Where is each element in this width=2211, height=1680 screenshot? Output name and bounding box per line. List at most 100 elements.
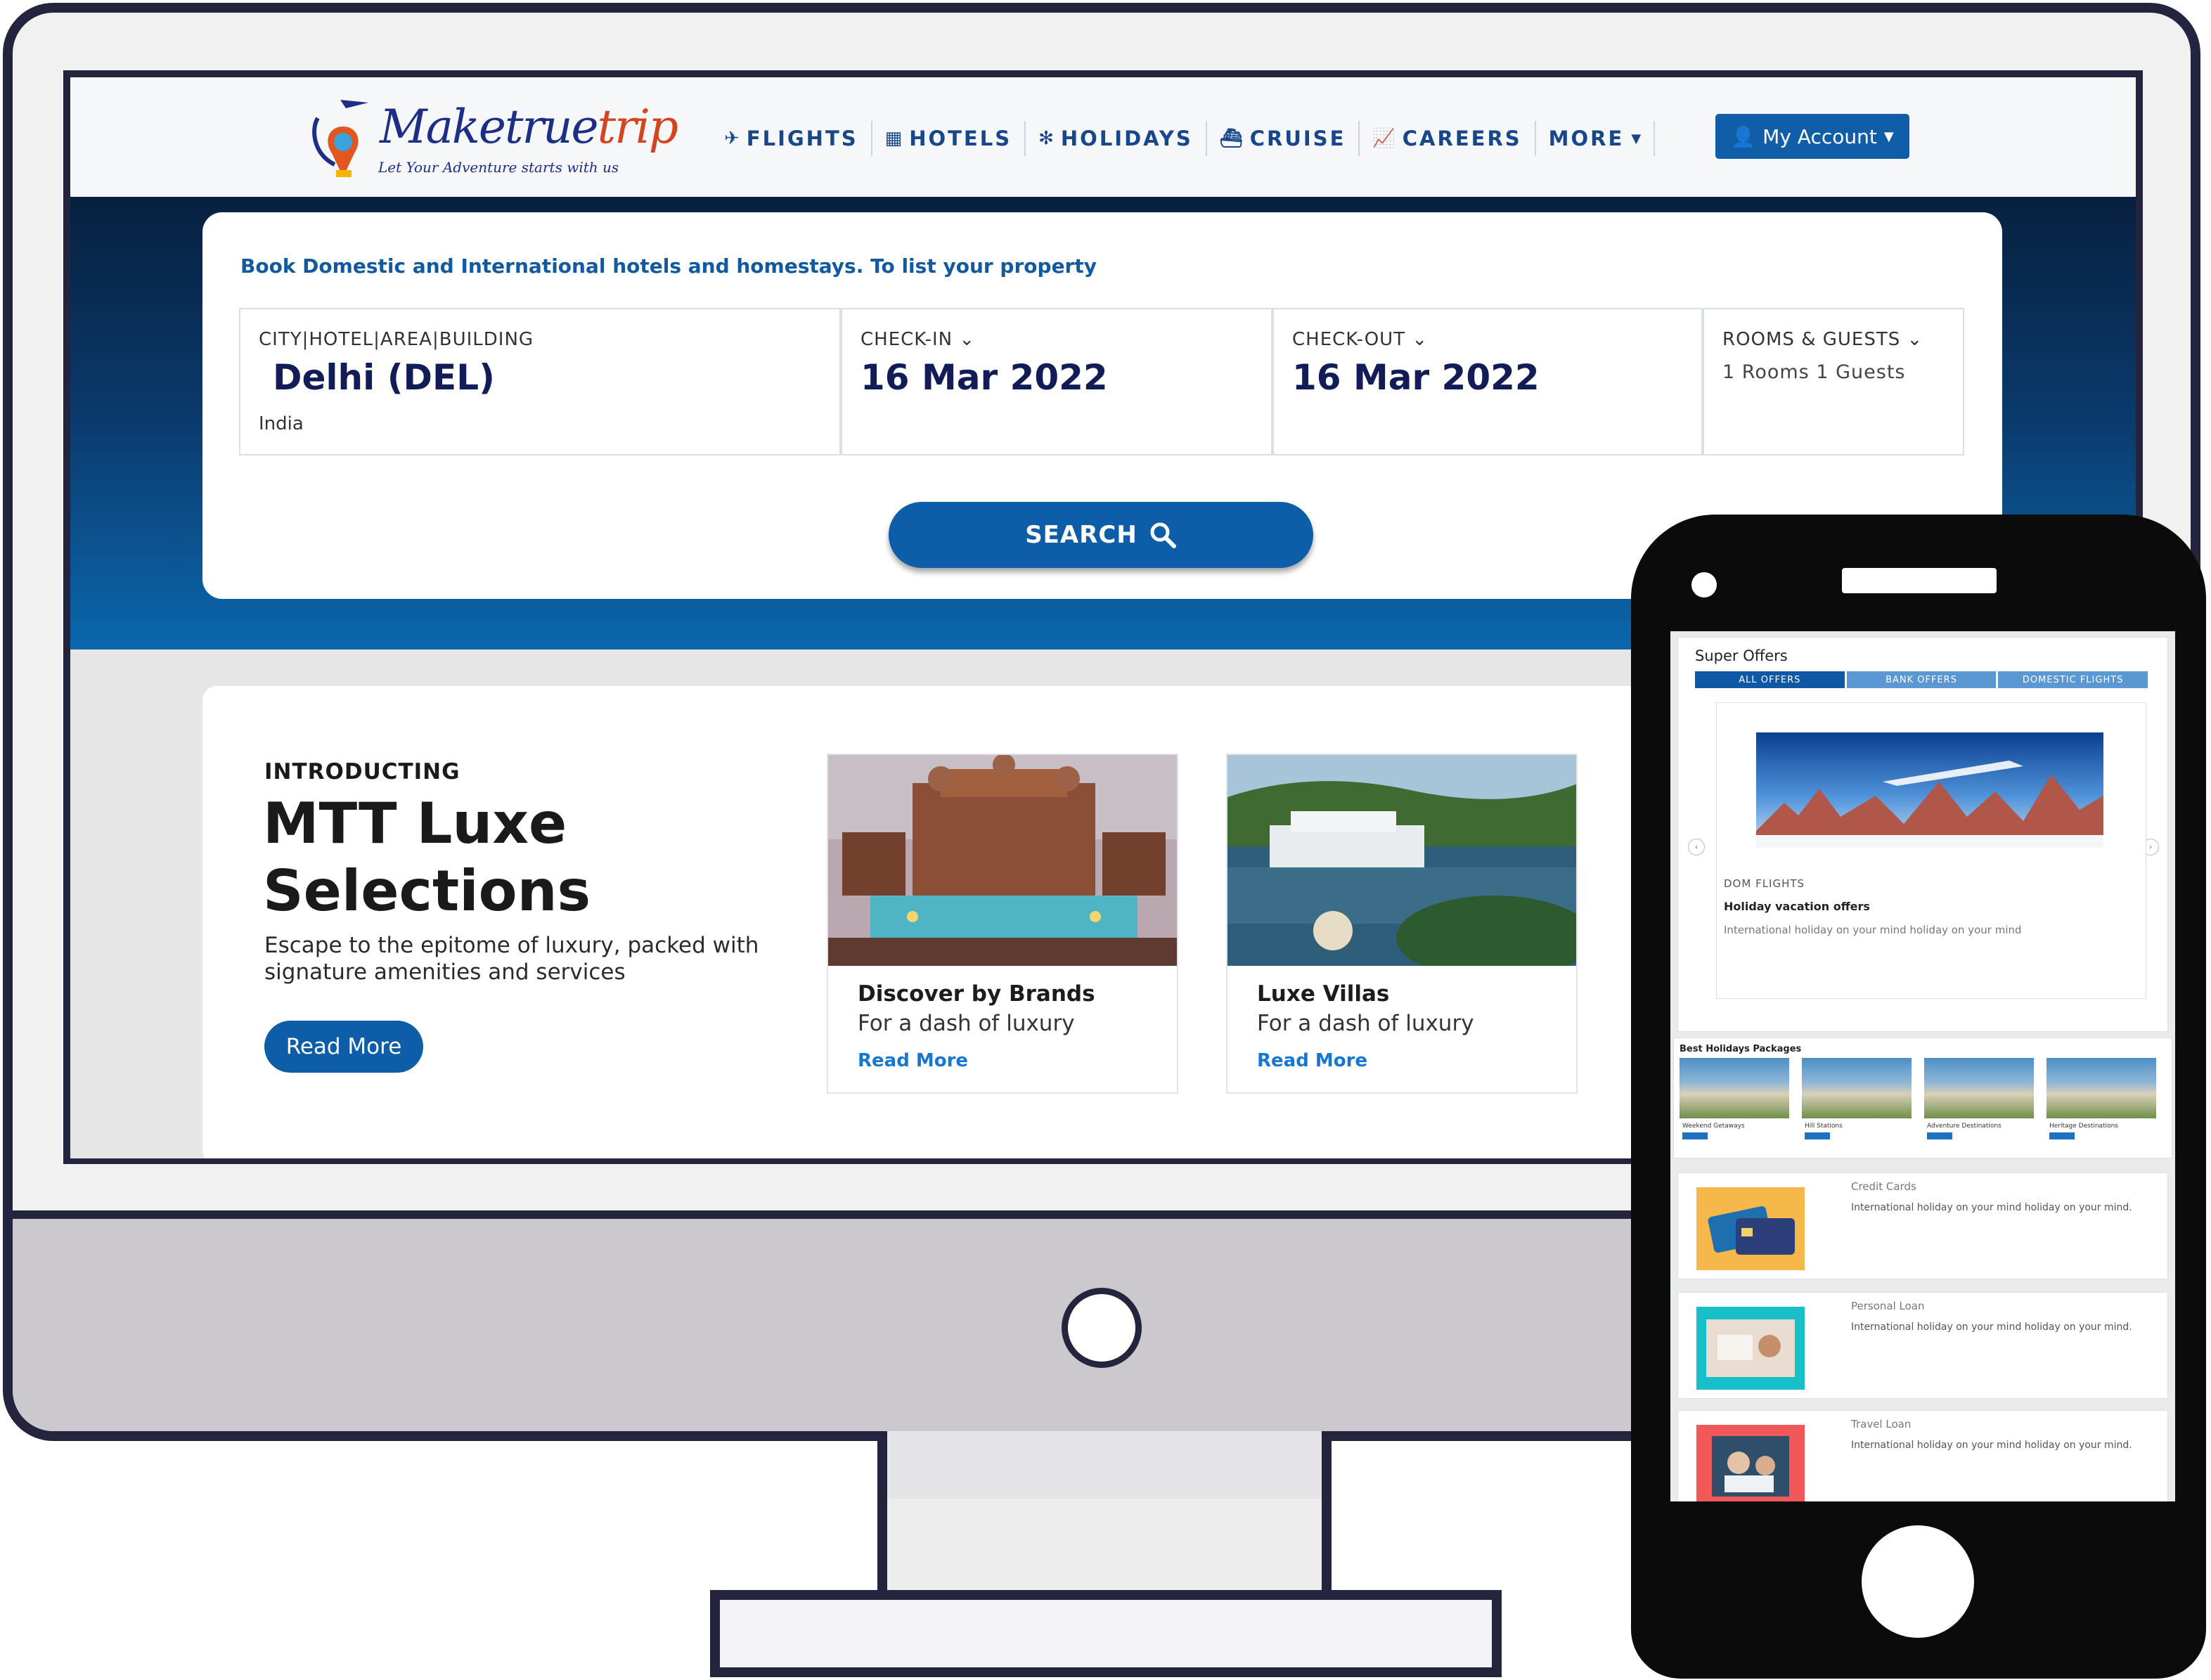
plane-icon: ✈ [724, 128, 740, 149]
search-icon [1150, 522, 1176, 548]
rooms-guests-value: 1 Rooms 1 Guests [1722, 361, 1906, 383]
monitor-stand-base [710, 1590, 1502, 1677]
finance-title: Credit Cards [1851, 1180, 1916, 1193]
package-button[interactable] [1927, 1132, 1952, 1139]
tab-bank-offers[interactable]: BANK OFFERS [1846, 671, 1997, 688]
card-subtitle: For a dash of luxury [1257, 1011, 1474, 1036]
monitor-stand-neck [877, 1431, 1332, 1597]
finance-description: International holiday on your mind holid… [1851, 1322, 2132, 1333]
main-nav: ✈ FLIGHTS ▦ HOTELS ✻ HOLIDAYS ⛴ CRUISE 📈 CARE… [711, 121, 1656, 156]
super-offers-title: Super Offers [1695, 647, 1788, 664]
package-button[interactable] [1682, 1132, 1708, 1139]
package-image [1802, 1058, 1912, 1118]
site-navbar: Maketruetrip Let Your Adventure starts w… [70, 77, 2136, 197]
checkout-field[interactable]: CHECK-OUT ⌄ 16 Mar 2022 [1272, 308, 1703, 455]
package-name: Hill Stations [1805, 1123, 1843, 1130]
offer-tag: DOM FLIGHTS [1724, 877, 1805, 890]
ship-icon: ⛴ [1219, 128, 1243, 149]
lake-palace-image [1227, 755, 1576, 966]
my-account-button[interactable]: 👤 My Account ▼ [1715, 114, 1909, 159]
search-heading: Book Domestic and International hotels a… [240, 254, 1097, 278]
super-offers-section: Super Offers ALL OFFERS BANK OFFERS DOME… [1677, 637, 2168, 1032]
phone-screen: Super Offers ALL OFFERS BANK OFFERS DOME… [1670, 631, 2175, 1501]
card-title: Luxe Villas [1257, 981, 1390, 1007]
luxe-promo-section: INTRODUCTING MTT Luxe Selections Escape … [202, 686, 1777, 1158]
package-image [2046, 1058, 2156, 1118]
nav-hotels[interactable]: ▦ HOTELS [872, 121, 1026, 156]
monitor-power-button [1062, 1288, 1142, 1368]
checkin-value: 16 Mar 2022 [860, 357, 1108, 398]
villas-card[interactable]: Luxe Villas For a dash of luxury Read Mo… [1226, 754, 1578, 1094]
card-read-more-link[interactable]: Read More [1257, 1050, 1367, 1071]
package-item[interactable]: Adventure Destinations [1924, 1058, 2034, 1145]
package-name: Heritage Destinations [2049, 1123, 2118, 1130]
package-name: Weekend Getaways [1682, 1123, 1745, 1130]
promo-description: Escape to the epitome of luxury, packed … [264, 933, 759, 985]
chevron-down-icon: ▼ [1883, 129, 1894, 144]
offer-tabs: ALL OFFERS BANK OFFERS DOMESTIC FLIGHTS [1695, 671, 2148, 688]
nav-cruise[interactable]: ⛴ CRUISE [1207, 121, 1360, 156]
logo-wordmark: Maketruetrip [380, 100, 678, 154]
logo-tagline: Let Your Adventure starts with us [378, 159, 619, 176]
rooms-guests-field[interactable]: ROOMS & GUESTS ⌄ 1 Rooms 1 Guests [1703, 308, 1964, 455]
logo-pin-icon [312, 100, 368, 177]
promo-intro: INTRODUCTING [264, 759, 460, 784]
package-item[interactable]: Heritage Destinations [2046, 1058, 2156, 1145]
chevron-down-icon: ▼ [1631, 131, 1642, 146]
city-value: Delhi (DEL) [273, 357, 495, 398]
finance-card-travel-loan[interactable]: Travel Loan International holiday on you… [1677, 1410, 2168, 1501]
tab-domestic-flights[interactable]: DOMESTIC FLIGHTS [1998, 671, 2148, 688]
card-read-more-link[interactable]: Read More [858, 1050, 968, 1071]
package-image [1924, 1058, 2034, 1118]
package-image [1680, 1058, 1789, 1118]
user-icon: 👤 [1731, 124, 1756, 148]
checkin-label: CHECK-IN [860, 329, 953, 350]
package-item[interactable]: Weekend Getaways [1680, 1058, 1789, 1145]
carousel-prev-icon[interactable]: ‹ [1688, 839, 1705, 855]
rooms-guests-label: ROOMS & GUESTS [1722, 329, 1901, 350]
site-logo[interactable]: Maketruetrip Let Your Adventure starts w… [304, 87, 678, 193]
package-button[interactable] [1805, 1132, 1830, 1139]
offer-title: Holiday vacation offers [1724, 900, 1870, 913]
travel-loan-image [1696, 1425, 1805, 1501]
card-subtitle: For a dash of luxury [858, 1011, 1075, 1036]
nav-more[interactable]: MORE ▼ [1536, 121, 1656, 156]
finance-title: Travel Loan [1851, 1418, 1912, 1430]
package-item[interactable]: Hill Stations [1802, 1058, 1912, 1145]
finance-description: International holiday on your mind holid… [1851, 1202, 2132, 1213]
search-button[interactable]: SEARCH [889, 502, 1313, 568]
holiday-packages-section: Best Holidays Packages Weekend Getaways … [1673, 1038, 2172, 1158]
checkout-value: 16 Mar 2022 [1292, 357, 1540, 398]
chevron-down-icon: ⌄ [959, 329, 976, 350]
nav-holidays[interactable]: ✻ HOLIDAYS [1026, 121, 1207, 156]
nav-careers[interactable]: 📈 CAREERS [1360, 121, 1536, 156]
finance-title: Personal Loan [1851, 1300, 1925, 1312]
city-field[interactable]: CITY|HOTEL|AREA|BUILDING Delhi (DEL) Ind… [239, 308, 841, 455]
chevron-down-icon: ⌄ [1907, 329, 1923, 350]
nav-flights[interactable]: ✈ FLIGHTS [711, 121, 872, 156]
phone-home-button [1862, 1525, 1974, 1638]
building-icon: ▦ [884, 128, 903, 149]
phone-camera [1691, 572, 1717, 597]
promo-title: MTT Luxe Selections [263, 791, 591, 924]
brands-card[interactable]: Discover by Brands For a dash of luxury … [827, 754, 1178, 1094]
checkout-label: CHECK-OUT [1292, 329, 1406, 350]
city-label: CITY|HOTEL|AREA|BUILDING [259, 329, 534, 350]
city-country: India [259, 413, 304, 434]
checkin-field[interactable]: CHECK-IN ⌄ 16 Mar 2022 [841, 308, 1272, 455]
card-title: Discover by Brands [858, 981, 1095, 1007]
personal-loan-image [1696, 1307, 1805, 1390]
offer-description: International holiday on your mind holid… [1724, 924, 2022, 936]
palm-icon: ✻ [1038, 128, 1054, 149]
finance-card-personal-loan[interactable]: Personal Loan International holiday on y… [1677, 1292, 2168, 1399]
package-button[interactable] [2049, 1132, 2075, 1139]
offer-card[interactable]: DOM FLIGHTS Holiday vacation offers Inte… [1716, 702, 2146, 999]
finance-card-credit[interactable]: Credit Cards International holiday on yo… [1677, 1172, 2168, 1279]
tab-all-offers[interactable]: ALL OFFERS [1695, 671, 1845, 688]
credit-cards-image [1696, 1187, 1805, 1270]
chevron-down-icon: ⌄ [1412, 329, 1429, 350]
travel-landmarks-image [1756, 732, 2103, 848]
package-name: Adventure Destinations [1927, 1123, 2001, 1130]
promo-read-more-button[interactable]: Read More [264, 1021, 423, 1073]
phone-speaker [1842, 568, 1997, 593]
